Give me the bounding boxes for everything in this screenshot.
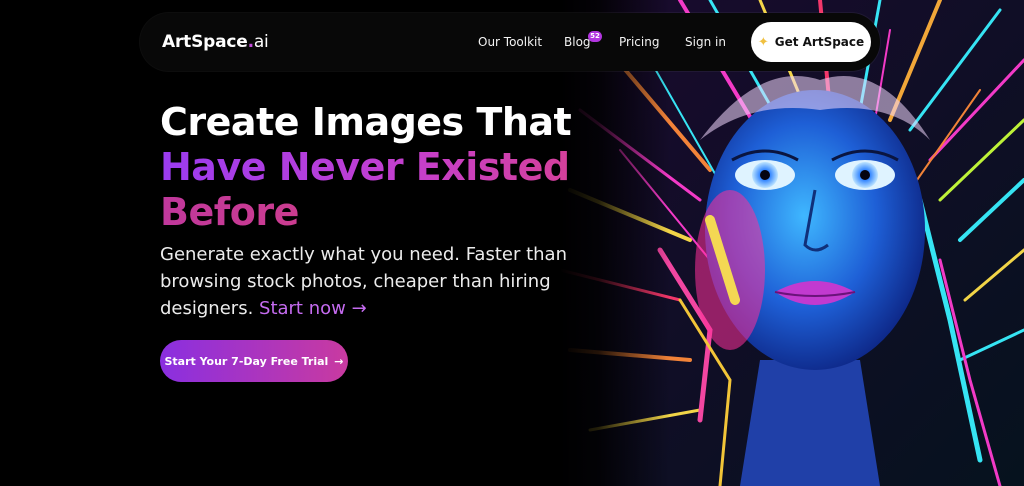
arrow-right-icon: → xyxy=(334,354,344,368)
start-now-link[interactable]: Start now → xyxy=(259,298,367,319)
nav-link-signin[interactable]: Sign in xyxy=(685,35,726,49)
brand-name: ArtSpace xyxy=(162,32,248,52)
headline-line-1: Create Images That xyxy=(160,100,572,144)
brand-logo[interactable]: ArtSpace.ai xyxy=(162,32,269,52)
hero-image xyxy=(560,0,1024,486)
headline-line-3: Before xyxy=(160,190,571,235)
top-navbar: ArtSpace.ai Our Toolkit Blog 52 Pricing … xyxy=(140,13,880,71)
free-trial-button[interactable]: Start Your 7-Day Free Trial → xyxy=(160,340,348,382)
free-trial-label: Start Your 7-Day Free Trial xyxy=(164,354,329,368)
get-artspace-button[interactable]: ✦ Get ArtSpace xyxy=(751,22,871,62)
hero-subtext: Generate exactly what you need. Faster t… xyxy=(160,241,580,322)
nav-link-pricing[interactable]: Pricing xyxy=(619,35,659,49)
get-artspace-label: Get ArtSpace xyxy=(774,35,865,49)
blog-count-badge: 52 xyxy=(588,31,602,42)
nav-link-toolkit[interactable]: Our Toolkit xyxy=(478,35,542,49)
brand-suffix: ai xyxy=(253,32,269,52)
hero-headline: Create Images That Have Never Existed Be… xyxy=(160,100,572,235)
headline-line-2: Have Never Existed xyxy=(160,145,570,189)
sparkle-icon: ✦ xyxy=(757,34,769,50)
nav-link-blog[interactable]: Blog xyxy=(564,35,591,49)
